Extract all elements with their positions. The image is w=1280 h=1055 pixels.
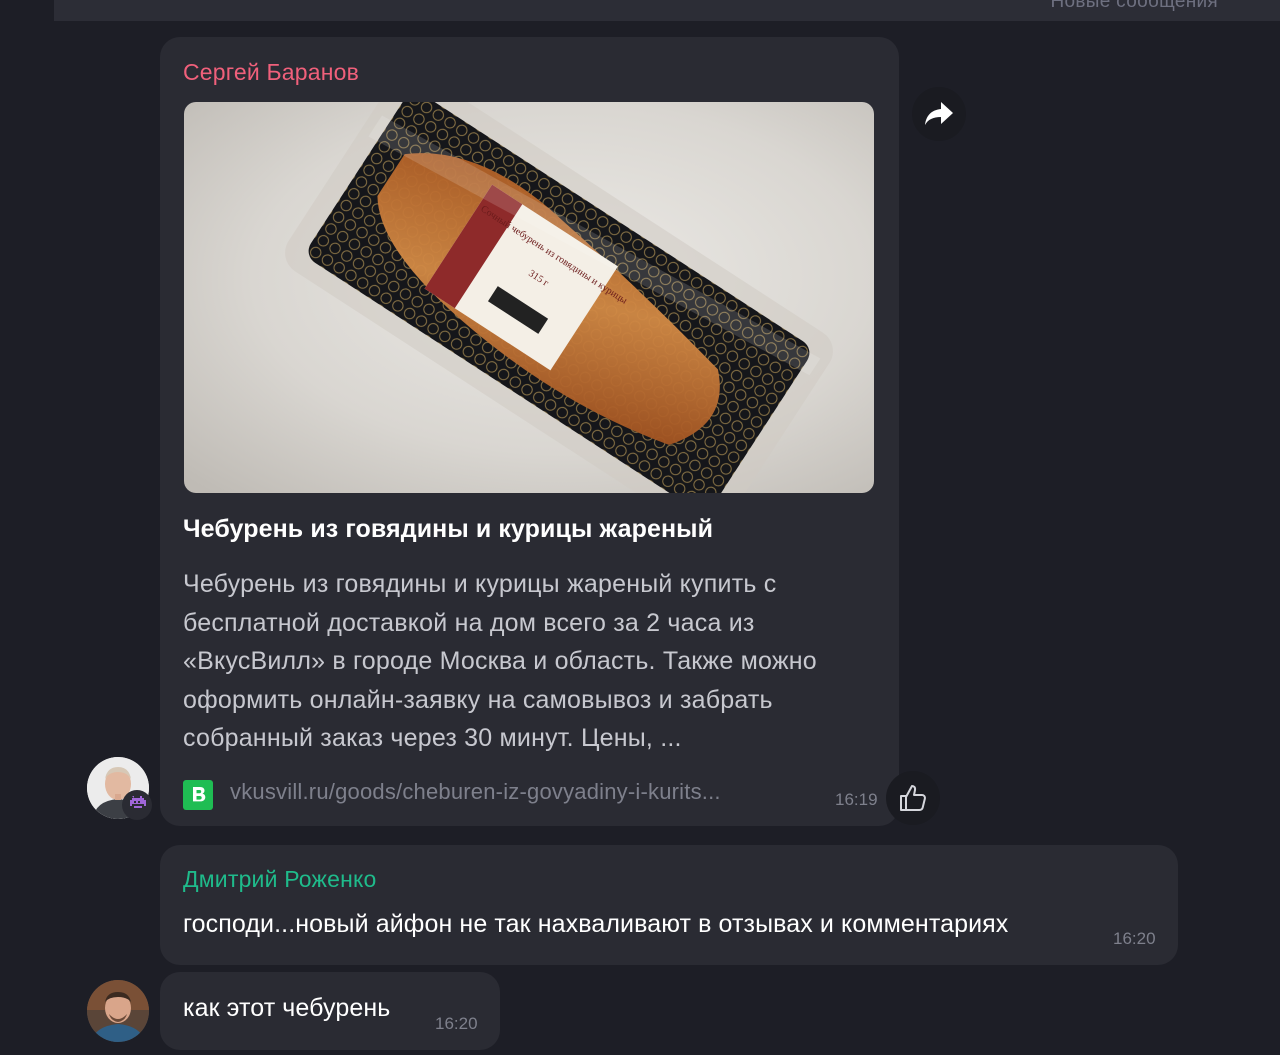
message-time: 16:20 <box>1113 929 1156 948</box>
message-text: господи...новый айфон не так нахваливают… <box>183 910 1009 938</box>
share-button[interactable] <box>912 87 966 141</box>
link-preview-description: Чебурень из говядины и курицы жареный ку… <box>183 570 817 752</box>
avatar[interactable] <box>87 980 149 1042</box>
sender-name[interactable]: Сергей Баранов <box>183 59 359 86</box>
vkusvill-logo-icon <box>183 780 213 810</box>
avatar-badge <box>122 790 152 820</box>
link-url[interactable]: vkusvill.ru/goods/cheburen-iz-govyadiny-… <box>230 779 721 805</box>
message-bubble: как этот чебурень 16:20 <box>160 972 500 1050</box>
link-preview-source[interactable]: vkusvill.ru/goods/cheburen-iz-govyadiny-… <box>183 777 883 810</box>
share-icon <box>925 102 953 125</box>
link-preview-image[interactable]: Сочный чебурень из говядины и курицы 315… <box>184 102 874 493</box>
message-text: как этот чебурень <box>183 994 391 1022</box>
new-messages-label: Новые сообщения <box>1050 0 1218 12</box>
thumbs-up-icon <box>900 785 926 811</box>
react-button[interactable] <box>886 771 940 825</box>
new-messages-bar[interactable]: Новые сообщения <box>54 0 1280 21</box>
message-bubble: Сергей Баранов Сочный чебурень из говяди… <box>160 37 899 826</box>
sender-name[interactable]: Дмитрий Роженко <box>183 866 377 893</box>
message-bubble: Дмитрий Роженко господи...новый айфон не… <box>160 845 1178 965</box>
space-invader-icon <box>128 795 146 815</box>
link-preview-title[interactable]: Чебурень из говядины и курицы жареный <box>183 515 873 544</box>
message-time: 16:20 <box>435 1014 478 1033</box>
message-time: 16:19 <box>835 790 878 809</box>
